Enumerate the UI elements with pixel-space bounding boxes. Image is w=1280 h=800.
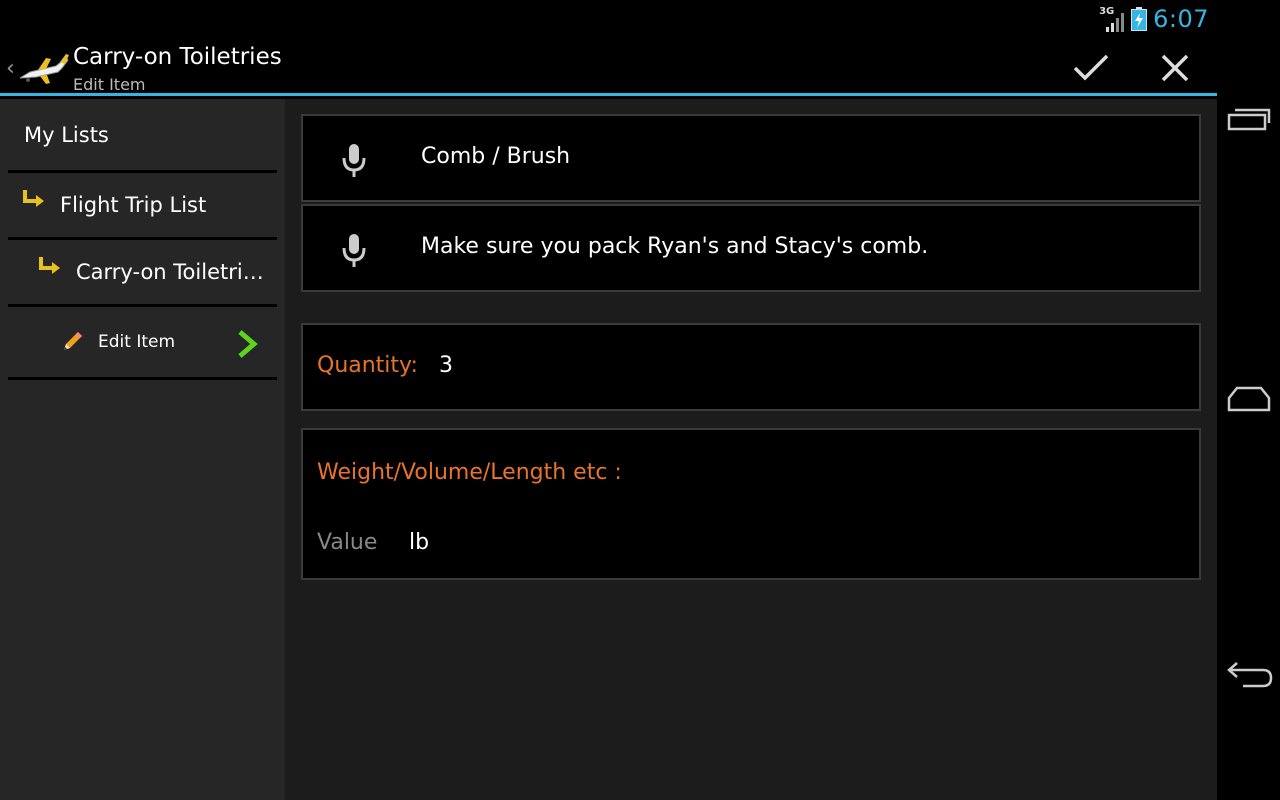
breadcrumb-sidebar: My Lists Flight Trip List Carry-on Toile… [0,99,285,800]
edit-item-form: Comb / Brush Make sure you pack Ryan's a… [285,99,1217,800]
signal-icon: 3G [1099,6,1125,32]
crumb-flight-trip-list[interactable]: Flight Trip List [8,173,277,240]
crumb-label: Edit Item [98,332,176,352]
microphone-icon[interactable] [341,142,367,178]
crumb-edit-item[interactable]: Edit Item [8,307,277,380]
quantity-label: Quantity: [317,353,418,378]
status-bar: 3G 6:07 [0,0,1217,38]
item-note-input[interactable]: Make sure you pack Ryan's and Stacy's co… [421,234,928,259]
recent-apps-button[interactable] [1223,98,1275,138]
quantity-input[interactable]: 3 [439,353,453,378]
subdirectory-arrow-icon [39,257,60,274]
action-bar: ‹ Carry-on Toiletries Edit Item [0,38,1217,96]
subdirectory-arrow-icon [23,190,44,207]
page-title: Carry-on Toiletries [73,44,282,70]
home-button[interactable] [1223,378,1275,418]
crumb-label: Flight Trip List [60,193,207,217]
crumb-label: Carry-on Toiletries [76,260,264,284]
recent-apps-icon [1227,108,1271,131]
item-note-field[interactable]: Make sure you pack Ryan's and Stacy's co… [301,204,1201,292]
back-button[interactable] [1223,655,1275,695]
back-icon [1227,662,1273,688]
chevron-right-icon [238,330,258,358]
battery-charging-icon [1131,7,1148,31]
value-input[interactable]: Value [317,530,377,555]
crumb-my-lists[interactable]: My Lists [8,99,277,173]
item-name-input[interactable]: Comb / Brush [421,144,570,169]
pencil-icon [64,332,82,350]
unit-selector[interactable]: lb [409,530,429,555]
page-subtitle: Edit Item [73,75,146,94]
quantity-field[interactable]: Quantity: 3 [301,323,1201,411]
microphone-icon[interactable] [341,232,367,268]
airplane-icon[interactable] [16,50,70,86]
done-button[interactable] [1063,46,1119,90]
clock: 6:07 [1153,5,1209,33]
item-name-field[interactable]: Comb / Brush [301,114,1201,202]
crumb-label: My Lists [24,122,109,147]
cancel-button[interactable] [1147,46,1203,90]
home-icon [1227,386,1271,412]
checkmark-icon [1073,54,1109,81]
close-icon [1161,54,1189,82]
measure-label: Weight/Volume/Length etc : [317,460,622,485]
status-icons: 3G 6:07 [1099,4,1209,34]
measure-field: Weight/Volume/Length etc : Value lb [301,428,1201,580]
up-chevron-icon[interactable]: ‹ [6,56,15,81]
system-nav-bar [1217,0,1280,800]
crumb-carry-on-toiletries[interactable]: Carry-on Toiletries [8,240,277,307]
